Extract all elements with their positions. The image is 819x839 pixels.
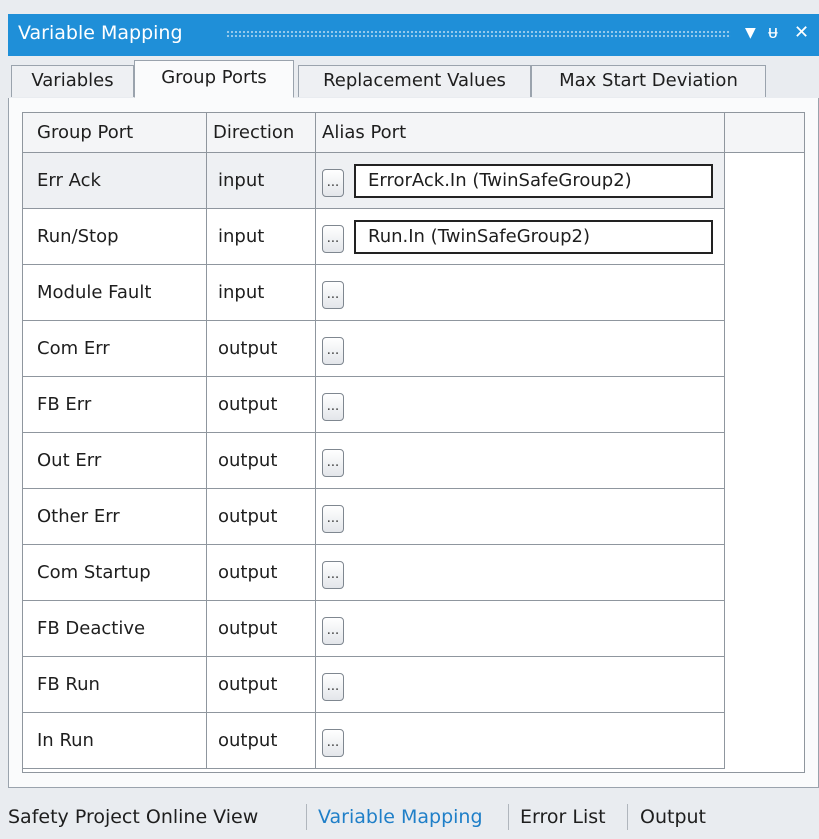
browse-alias-button[interactable]: ...: [322, 169, 344, 197]
cell-alias-port: ...: [316, 657, 725, 713]
cell-direction[interactable]: output: [207, 713, 316, 769]
cell-alias-port: ...: [316, 377, 725, 433]
column-header-direction[interactable]: Direction: [207, 113, 316, 153]
browse-alias-button[interactable]: ...: [322, 337, 344, 365]
cell-group-port[interactable]: Module Fault: [23, 265, 207, 321]
cell-direction[interactable]: output: [207, 377, 316, 433]
tab-strip: Variables Group Ports Replacement Values…: [8, 56, 819, 99]
alias-port-value[interactable]: ErrorAck.In (TwinSafeGroup2): [354, 164, 713, 198]
cell-group-port[interactable]: FB Run: [23, 657, 207, 713]
titlebar-grip[interactable]: [226, 30, 731, 39]
cell-direction[interactable]: output: [207, 545, 316, 601]
cell-direction[interactable]: output: [207, 601, 316, 657]
tab-separator: [508, 804, 509, 830]
panel-title: Variable Mapping: [18, 22, 183, 44]
column-header-filler: [725, 113, 804, 153]
tab-output[interactable]: Output: [640, 806, 706, 828]
browse-alias-button[interactable]: ...: [322, 561, 344, 589]
column-header-alias-port[interactable]: Alias Port: [316, 113, 725, 153]
browse-alias-button[interactable]: ...: [322, 225, 344, 253]
tab-error-list[interactable]: Error List: [520, 806, 606, 828]
cell-group-port[interactable]: Com Err: [23, 321, 207, 377]
tab-variables[interactable]: Variables: [11, 65, 134, 97]
tab-separator: [306, 804, 307, 830]
cell-group-port[interactable]: In Run: [23, 713, 207, 769]
cell-alias-port: ...: [316, 433, 725, 489]
pin-icon[interactable]: ᵾ: [768, 22, 778, 43]
bottom-tool-tabs: Safety Project Online View Variable Mapp…: [0, 796, 819, 839]
tab-replacement-values[interactable]: Replacement Values: [298, 65, 531, 97]
browse-alias-button[interactable]: ...: [322, 729, 344, 757]
cell-direction[interactable]: output: [207, 433, 316, 489]
cell-alias-port: ... Run.In (TwinSafeGroup2): [316, 209, 725, 265]
close-icon[interactable]: ✕: [794, 22, 809, 43]
cell-direction[interactable]: input: [207, 265, 316, 321]
cell-group-port[interactable]: Com Startup: [23, 545, 207, 601]
dropdown-icon[interactable]: ▼: [745, 25, 756, 41]
cell-direction[interactable]: input: [207, 153, 316, 209]
cell-alias-port: ...: [316, 601, 725, 657]
column-header-group-port[interactable]: Group Port: [23, 113, 207, 153]
browse-alias-button[interactable]: ...: [322, 617, 344, 645]
cell-direction[interactable]: output: [207, 657, 316, 713]
browse-alias-button[interactable]: ...: [322, 393, 344, 421]
cell-alias-port: ...: [316, 545, 725, 601]
panel-titlebar: Variable Mapping ▼ ᵾ ✕: [8, 14, 819, 56]
alias-port-value[interactable]: Run.In (TwinSafeGroup2): [354, 220, 713, 254]
cell-group-port[interactable]: Err Ack: [23, 153, 207, 209]
cell-alias-port: ...: [316, 489, 725, 545]
cell-group-port[interactable]: Run/Stop: [23, 209, 207, 265]
cell-direction[interactable]: input: [207, 209, 316, 265]
browse-alias-button[interactable]: ...: [322, 673, 344, 701]
tab-separator: [627, 804, 628, 830]
tab-group-ports[interactable]: Group Ports: [134, 60, 294, 98]
browse-alias-button[interactable]: ...: [322, 505, 344, 533]
cell-alias-port: ... ErrorAck.In (TwinSafeGroup2): [316, 153, 725, 209]
cell-group-port[interactable]: FB Err: [23, 377, 207, 433]
cell-alias-port: ...: [316, 265, 725, 321]
tab-safety-project-online-view[interactable]: Safety Project Online View: [8, 806, 258, 828]
cell-direction[interactable]: output: [207, 321, 316, 377]
tab-variable-mapping[interactable]: Variable Mapping: [318, 806, 483, 828]
group-ports-table: Group Port Direction Alias Port Err Ack …: [22, 112, 805, 773]
cell-direction[interactable]: output: [207, 489, 316, 545]
cell-group-port[interactable]: Out Err: [23, 433, 207, 489]
tab-max-start-deviation[interactable]: Max Start Deviation: [531, 65, 766, 97]
browse-alias-button[interactable]: ...: [322, 449, 344, 477]
cell-group-port[interactable]: Other Err: [23, 489, 207, 545]
cell-alias-port: ...: [316, 713, 725, 769]
cell-alias-port: ...: [316, 321, 725, 377]
cell-group-port[interactable]: FB Deactive: [23, 601, 207, 657]
group-ports-panel: Group Port Direction Alias Port Err Ack …: [8, 98, 819, 788]
browse-alias-button[interactable]: ...: [322, 281, 344, 309]
